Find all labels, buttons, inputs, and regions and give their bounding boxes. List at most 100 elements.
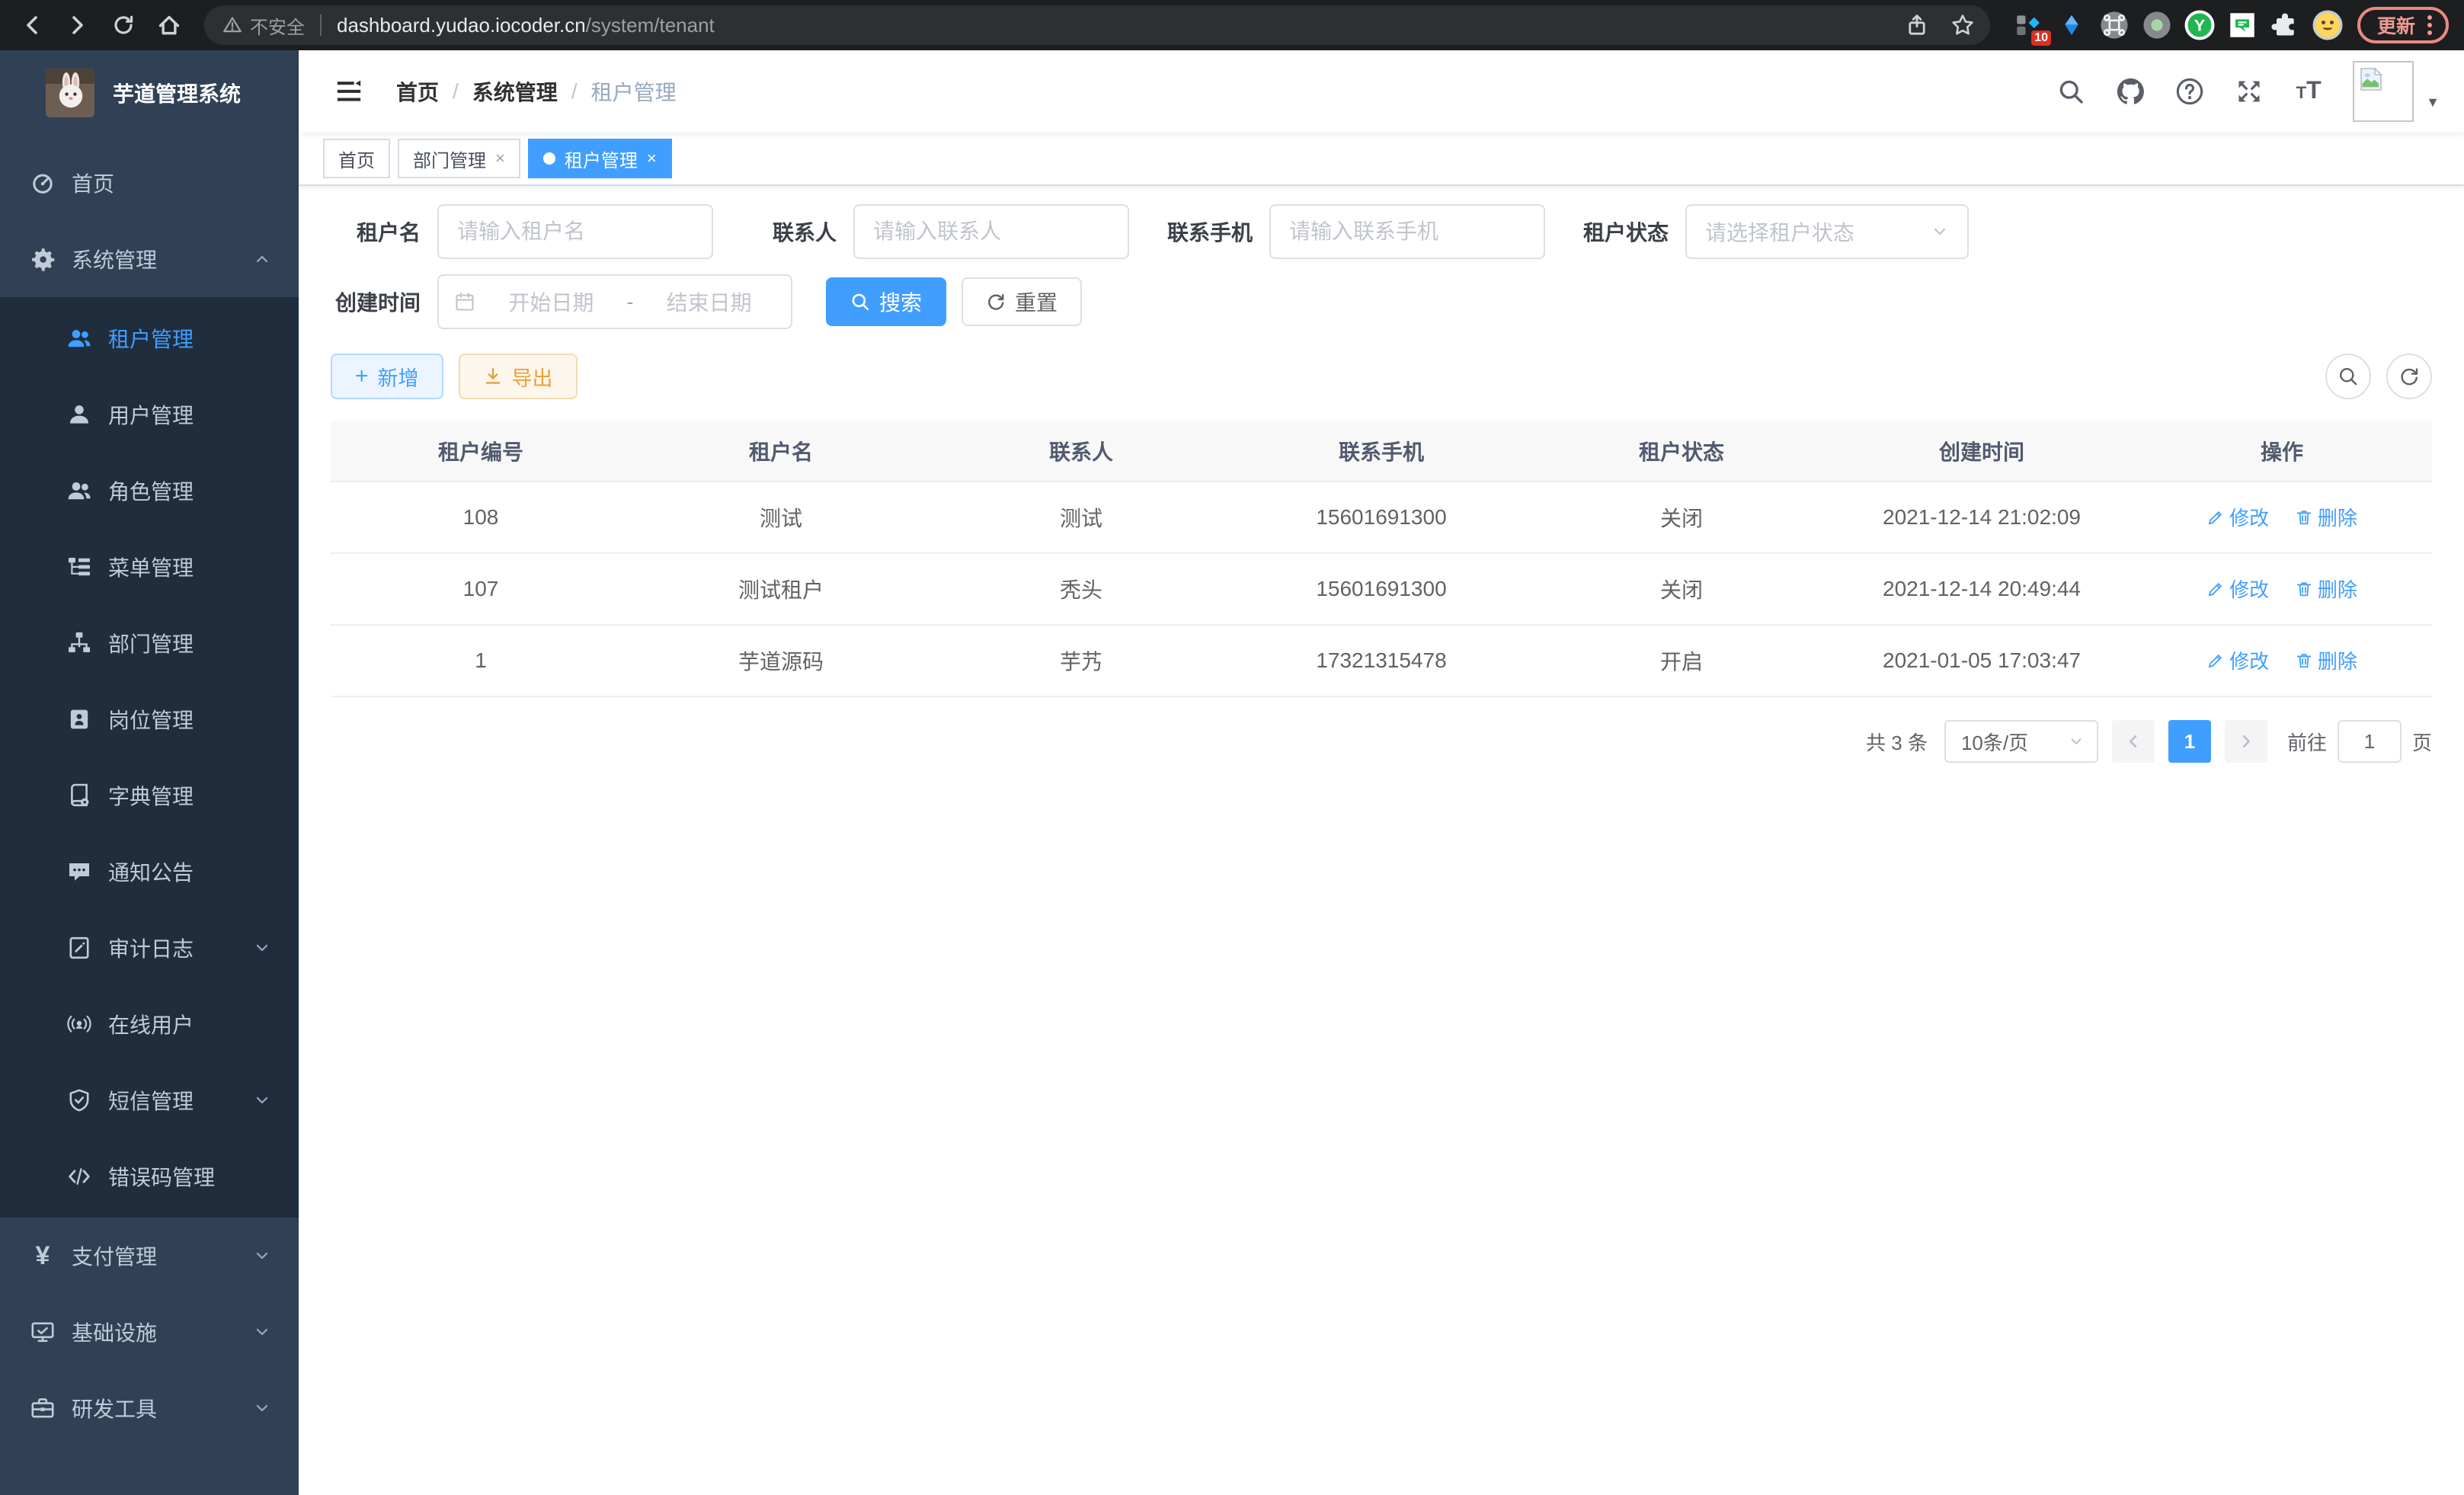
sidebar-item-pay[interactable]: ¥ 支付管理: [0, 1218, 299, 1294]
sidebar-item-role[interactable]: 角色管理: [0, 453, 299, 529]
search-button[interactable]: 搜索: [826, 277, 946, 326]
sidebar-item-post[interactable]: 岗位管理: [0, 681, 299, 757]
edit-link[interactable]: 修改: [2206, 646, 2269, 674]
export-button[interactable]: 导出: [459, 354, 578, 399]
delete-link[interactable]: 删除: [2295, 575, 2357, 603]
edit-link[interactable]: 修改: [2206, 575, 2269, 603]
profile-avatar-icon[interactable]: [2313, 11, 2342, 40]
add-button[interactable]: + 新增: [331, 354, 443, 399]
sidebar-item-user[interactable]: 用户管理: [0, 376, 299, 453]
help-button[interactable]: [2174, 76, 2205, 107]
sidebar-item-dev-tools[interactable]: 研发工具: [0, 1370, 299, 1446]
browser-update-button[interactable]: 更新: [2357, 7, 2449, 43]
breadcrumb: 首页 / 系统管理 / 租户管理: [396, 76, 677, 107]
tenant-name-label: 租户名: [331, 216, 437, 247]
sidebar-item-infra[interactable]: 基础设施: [0, 1294, 299, 1370]
page-url[interactable]: dashboard.yudao.iocoder.cn/system/tenant: [337, 14, 1890, 37]
cell-contact: 芋艿: [931, 625, 1231, 696]
start-date-placeholder[interactable]: 开始日期: [485, 287, 618, 317]
filter-row-1: 租户名 联系人 联系手机 租户状态 请选择租户状态: [331, 204, 2432, 259]
sidebar-item-online-user[interactable]: 在线用户: [0, 986, 299, 1062]
tenant-name-input[interactable]: [457, 219, 693, 244]
status-placeholder: 请选择租户状态: [1705, 216, 1854, 247]
delete-link[interactable]: 删除: [2295, 503, 2357, 531]
tab-home[interactable]: 首页: [323, 139, 390, 178]
cell-tenant-id: 108: [331, 482, 631, 553]
sidebar-item-dept[interactable]: 部门管理: [0, 605, 299, 681]
col-contact: 联系人: [931, 421, 1231, 482]
site-security-indicator[interactable]: 不安全: [222, 12, 305, 39]
sidebar-item-notice[interactable]: 通知公告: [0, 834, 299, 910]
edit-link[interactable]: 修改: [2206, 503, 2269, 531]
breadcrumb-home[interactable]: 首页: [396, 76, 439, 107]
github-icon: [2116, 77, 2145, 106]
sidebar-item-sms[interactable]: 短信管理: [0, 1062, 299, 1138]
chevron-down-icon: [2068, 733, 2085, 750]
status-label: 租户状态: [1579, 216, 1685, 247]
create-time-range-picker[interactable]: 开始日期 - 结束日期: [437, 274, 792, 329]
app-logo-row[interactable]: 芋道管理系统: [0, 50, 299, 136]
refresh-table-button[interactable]: [2386, 354, 2432, 399]
extension-y-icon[interactable]: Y: [2185, 11, 2214, 40]
sidebar-item-label: 系统管理: [72, 244, 157, 274]
extension-command-icon[interactable]: [2100, 11, 2129, 40]
next-page-button[interactable]: [2225, 720, 2267, 763]
extension-puzzle-icon[interactable]: [2270, 11, 2299, 40]
reset-button[interactable]: 重置: [962, 277, 1082, 326]
contact-input[interactable]: [873, 219, 1109, 244]
browser-forward-button[interactable]: [58, 5, 98, 45]
browser-back-button[interactable]: [12, 5, 52, 45]
sidebar-item-label: 短信管理: [108, 1085, 194, 1116]
refresh-icon: [2398, 366, 2420, 387]
close-icon[interactable]: ×: [647, 150, 657, 167]
cell-created: 2021-01-05 17:03:47: [1832, 625, 2132, 696]
app-logo: [46, 69, 94, 117]
page-number-1[interactable]: 1: [2168, 720, 2211, 763]
show-search-toggle-button[interactable]: [2325, 354, 2371, 399]
browser-reload-button[interactable]: [104, 5, 143, 45]
app-title: 芋道管理系统: [113, 78, 241, 108]
chevron-down-icon: [253, 1399, 271, 1417]
breadcrumb-separator: /: [453, 79, 459, 104]
status-select[interactable]: 请选择租户状态: [1685, 204, 1969, 259]
contact-label: 联系人: [747, 216, 853, 247]
extension-dot-icon[interactable]: [2142, 11, 2171, 40]
sidebar-item-menu[interactable]: 菜单管理: [0, 529, 299, 605]
sidebar-item-label: 研发工具: [72, 1393, 157, 1423]
fullscreen-button[interactable]: [2234, 76, 2264, 107]
user-avatar-menu[interactable]: ▼: [2353, 61, 2440, 122]
tab-tenant[interactable]: 租户管理 ×: [528, 139, 672, 178]
sidebar-item-home[interactable]: 首页: [0, 145, 299, 221]
tenant-table: 租户编号 租户名 联系人 联系手机 租户状态 创建时间 操作 108 测试: [331, 421, 2432, 697]
bookmark-star-icon[interactable]: [1950, 13, 1975, 37]
font-size-button[interactable]: TT: [2293, 76, 2324, 107]
close-icon[interactable]: ×: [495, 150, 505, 167]
end-date-placeholder[interactable]: 结束日期: [642, 287, 776, 317]
extension-kite-icon[interactable]: [2057, 11, 2086, 40]
sidebar-item-error-code[interactable]: 错误码管理: [0, 1138, 299, 1215]
goto-page-input[interactable]: [2338, 720, 2402, 763]
delete-link[interactable]: 删除: [2295, 646, 2357, 674]
sidebar-item-system[interactable]: 系统管理: [0, 221, 299, 297]
sidebar-item-dict[interactable]: 字典管理: [0, 757, 299, 834]
browser-home-button[interactable]: [149, 5, 189, 45]
browser-menu-icon[interactable]: [2427, 15, 2432, 35]
prev-page-button[interactable]: [2112, 720, 2155, 763]
sidebar-item-tenant[interactable]: 租户管理: [0, 300, 299, 376]
header-search-button[interactable]: [2056, 76, 2086, 107]
page-size-value: 10条/页: [1961, 728, 2028, 756]
broken-image-icon: [2359, 67, 2383, 91]
sidebar-collapse-button[interactable]: [323, 66, 375, 117]
extension-tiles-icon[interactable]: 10: [2014, 11, 2043, 40]
calendar-icon: [454, 291, 475, 312]
shield-icon: [67, 1088, 91, 1112]
share-icon[interactable]: [1905, 13, 1929, 37]
page-size-select[interactable]: 10条/页: [1944, 720, 2098, 763]
sidebar-item-audit-log[interactable]: 审计日志: [0, 910, 299, 986]
extension-chat-icon[interactable]: [2228, 11, 2257, 40]
mobile-input[interactable]: [1289, 219, 1525, 244]
tab-dept[interactable]: 部门管理 ×: [398, 139, 520, 178]
github-link[interactable]: [2115, 76, 2146, 107]
sidebar-item-label: 用户管理: [108, 399, 194, 430]
address-bar[interactable]: 不安全 dashboard.yudao.iocoder.cn/system/te…: [204, 5, 1990, 45]
